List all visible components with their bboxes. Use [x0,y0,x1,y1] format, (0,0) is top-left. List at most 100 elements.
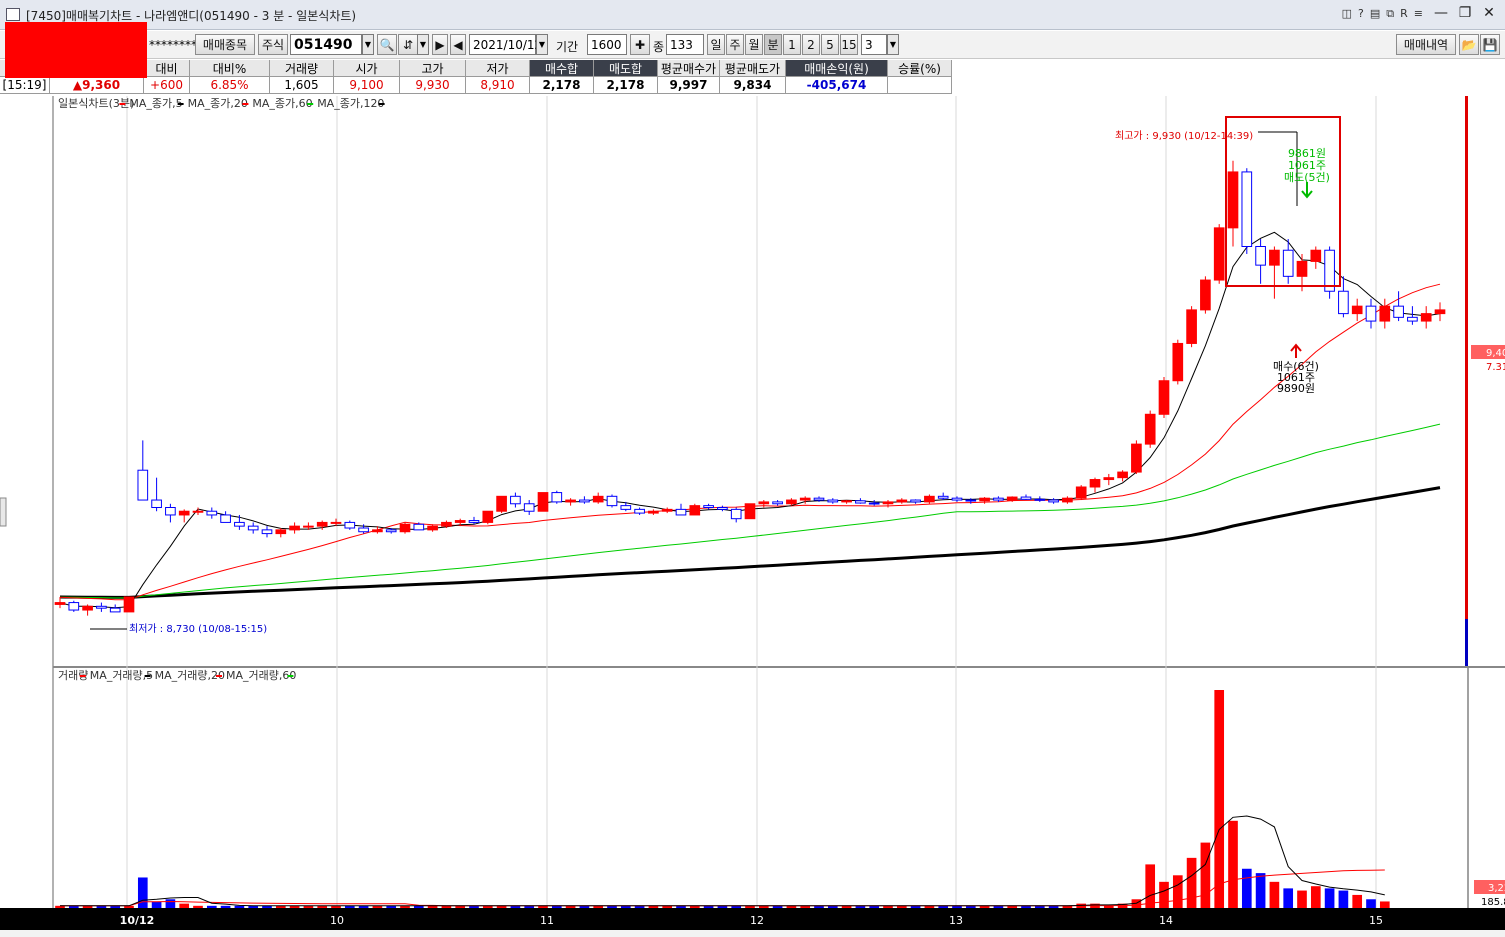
price-legend-marker-4 [378,103,385,105]
layout-icon[interactable]: ▤ [1370,7,1380,21]
period-button-5[interactable]: 2 [802,34,820,55]
candle-body-99 [1420,313,1432,322]
trade-item-button[interactable]: 매매종목 [195,34,255,55]
candle-body-67 [979,497,990,502]
quote-header-13: 승률(%) [888,60,952,77]
candle-body-38 [579,499,590,503]
maximize-icon[interactable]: ❐ [1455,3,1475,23]
quote-header-5: 시가 [334,60,400,77]
period-button-7[interactable]: 15 [840,34,858,55]
candle-body-7 [151,499,162,508]
menu-icon[interactable]: ≡ [1414,7,1423,21]
volume-legend-item-3: MA_거래량,60 [226,669,296,682]
r-icon[interactable]: R [1400,7,1408,21]
quote-header-3: 대비% [190,60,270,77]
period-button-4[interactable]: 1 [783,34,801,55]
volume-bar-79 [1145,864,1156,908]
candle-body-89 [1282,249,1294,277]
candle-body-82 [1186,309,1197,344]
side-toggle-icon [0,497,7,527]
period-button-2[interactable]: 월 [745,34,763,55]
volume-legend: 거래량 MA_거래량,5 MA_거래량,20 MA_거래량,60 [58,669,296,682]
minimize-icon[interactable]: — [1431,3,1451,23]
candle-body-27 [427,525,438,531]
candle-body-26 [413,523,425,531]
price-legend-marker-3 [307,103,314,105]
quote-value-10: 9,997 [658,77,720,94]
candle-body-68 [993,497,1004,501]
date-dropdown-icon[interactable]: ▼ [536,34,548,55]
volume-bar-82 [1186,857,1197,908]
stock-type-button[interactable]: 주식 [258,34,288,55]
candle-body-23 [372,529,383,533]
quote-header-8: 매수합 [530,60,594,77]
period-button-3[interactable]: 분 [764,34,782,55]
price-legend-marker-0 [119,103,126,105]
candle-body-90 [1296,260,1308,277]
pin-icon[interactable]: ◫ [1342,7,1352,21]
quote-header-4: 거래량 [270,60,334,77]
period-button-0[interactable]: 일 [707,34,725,55]
quote-header-2: 대비 [144,60,190,77]
count-input[interactable]: 133 [666,34,704,55]
code-input[interactable]: 051490 [290,34,362,55]
candle-body-20 [330,521,342,524]
period-label: 기간 [556,40,579,54]
right-red-bar [1465,96,1468,666]
candle-body-6 [137,469,149,501]
candle-body-34 [523,503,535,512]
candle-body-53 [786,499,797,505]
period-button-6[interactable]: 5 [821,34,839,55]
volume-bar-83 [1200,842,1211,908]
close-icon[interactable]: ✕ [1479,3,1499,23]
candle-body-24 [385,529,397,533]
candle-body-3 [96,605,107,609]
candle-body-9 [178,510,190,516]
x-axis-label-2: 11 [540,914,554,927]
chart-svg[interactable]: 일본식차트(3분)MA_종가,5 MA_종가,20 MA_종가,60 MA_종가,12… [0,96,1505,937]
volume-bar-7 [151,901,162,908]
x-axis-label-5: 14 [1159,914,1173,927]
code-dropdown-icon[interactable]: ▼ [362,34,374,55]
candle-body-52 [772,501,783,505]
candle-body-17 [289,525,300,531]
quote-value-2: +600 [144,77,190,94]
low-price-label: 최저가 : 8,730 (10/08-15:15) [129,623,267,635]
sort-icon[interactable]: ⇵ [398,34,418,55]
copy-icon[interactable]: ⧉ [1386,7,1394,21]
next-icon[interactable]: ▶ [432,34,448,55]
candle-body-93 [1338,290,1349,315]
x-axis-label-1: 10 [330,914,344,927]
price-legend-item-3: MA_종가,60 [252,97,312,110]
volume-bar-80 [1159,881,1169,908]
folder-icon[interactable]: 📂 [1459,34,1479,55]
prev-icon[interactable]: ◀ [450,34,466,55]
candle-body-21 [344,521,356,529]
minute-input[interactable]: 3 [861,34,887,55]
candle-body-75 [1089,479,1101,488]
candle-body-28 [441,521,452,527]
sort-dropdown-icon[interactable]: ▼ [417,34,429,55]
price-legend-marker-2 [242,103,249,105]
save-icon[interactable]: 💾 [1480,34,1500,55]
masked-account: ******** [149,37,197,52]
crosshair-icon[interactable]: ✚ [630,34,650,55]
search-icon[interactable]: 🔍 [377,34,397,55]
volume-bar-90 [1297,890,1307,908]
quote-value-6: 9,930 [400,77,466,94]
candle-body-49 [730,508,742,520]
volume-bar-81 [1172,875,1183,908]
candle-body-98 [1407,316,1418,322]
volume-bar-84 [1214,690,1225,908]
candle-body-45 [675,508,687,516]
period-button-1[interactable]: 주 [726,34,744,55]
candle-body-100 [1434,309,1446,315]
date-input[interactable]: 2021/10/12 [469,34,542,55]
help-icon[interactable]: ? [1358,7,1364,21]
candle-body-47 [703,505,714,508]
quote-value-4: 1,605 [270,77,334,94]
right-price-label: 9,40 [1486,348,1505,359]
minute-dropdown-icon[interactable]: ▼ [887,34,899,55]
period-input[interactable]: 1600 [587,34,627,55]
trade-history-button[interactable]: 매매내역 [1396,34,1456,55]
